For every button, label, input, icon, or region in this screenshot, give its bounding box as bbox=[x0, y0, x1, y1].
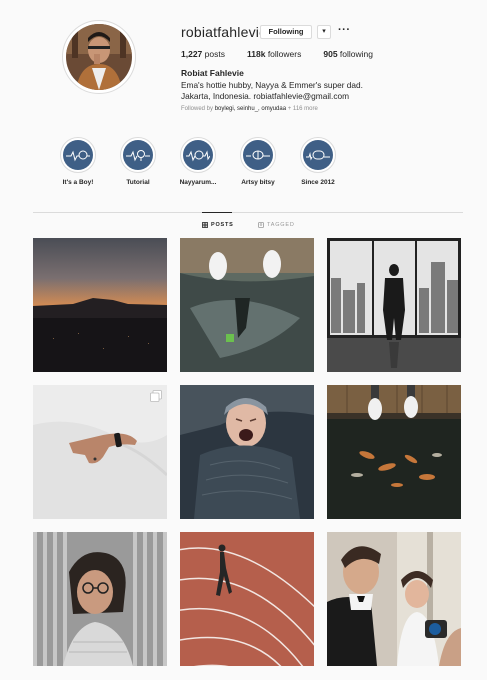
profile-stats: 1,227 posts 118k followers 905 following bbox=[181, 49, 395, 59]
avatar[interactable] bbox=[66, 24, 132, 90]
active-tab-indicator bbox=[202, 212, 232, 213]
heartbeat-girl-icon bbox=[186, 150, 210, 162]
heartbeat-bulb-icon bbox=[126, 150, 150, 162]
story-highlights: It's a Boy! Tutorial Nayyarum... Artsy b… bbox=[48, 137, 348, 186]
highlight-ring bbox=[60, 137, 96, 173]
username: robiatfahlevie bbox=[181, 24, 268, 40]
post-thumbnail[interactable] bbox=[327, 238, 461, 372]
multiple-photos-icon bbox=[150, 390, 162, 402]
post-thumbnail[interactable] bbox=[180, 238, 314, 372]
highlight-label: It's a Boy! bbox=[62, 179, 94, 186]
highlight-label: Artsy bitsy bbox=[241, 179, 275, 186]
heartbeat-brain-icon bbox=[246, 150, 270, 160]
highlight-nayyarum[interactable]: Nayyarum... bbox=[168, 137, 228, 186]
highlight-since-2012[interactable]: Since 2012 bbox=[288, 137, 348, 186]
tab-tagged-label: TAGGED bbox=[267, 222, 295, 228]
followed-by-users[interactable]: boylegi, seinhu_, omyudaa bbox=[215, 106, 286, 112]
tab-tagged[interactable]: TAGGED bbox=[258, 222, 295, 228]
following-stat[interactable]: 905 following bbox=[323, 49, 373, 59]
posts-stat: 1,227 posts bbox=[181, 49, 225, 59]
post-thumbnail[interactable] bbox=[327, 385, 461, 519]
more-options-icon[interactable]: ··· bbox=[338, 24, 351, 36]
posts-count: 1,227 bbox=[181, 49, 203, 59]
posts-grid bbox=[33, 238, 463, 666]
post-thumbnail[interactable] bbox=[180, 385, 314, 519]
highlight-cover bbox=[63, 140, 93, 170]
post-thumbnail[interactable] bbox=[327, 532, 461, 666]
highlight-cover bbox=[303, 140, 333, 170]
post-thumbnail[interactable] bbox=[33, 385, 167, 519]
grid-icon bbox=[202, 222, 208, 228]
tag-icon bbox=[258, 222, 264, 228]
bio-line: Jakarta, Indonesia. robiatfahlevie@gmail… bbox=[181, 91, 349, 101]
heartbeat-baby-icon bbox=[66, 150, 90, 162]
followers-count: 118k bbox=[246, 49, 266, 59]
highlight-label: Nayyarum... bbox=[179, 179, 217, 186]
highlight-tutorial[interactable]: Tutorial bbox=[108, 137, 168, 186]
highlight-cover bbox=[123, 140, 153, 170]
post-thumbnail[interactable] bbox=[180, 532, 314, 666]
highlight-cover bbox=[183, 140, 213, 170]
tabs-divider bbox=[33, 212, 463, 213]
highlight-ring bbox=[120, 137, 156, 173]
followed-by[interactable]: Followed by boylegi, seinhu_, omyudaa + … bbox=[181, 106, 318, 112]
highlight-ring bbox=[240, 137, 276, 173]
avatar-ring[interactable] bbox=[62, 20, 136, 94]
followed-by-more[interactable]: + 116 more bbox=[288, 106, 318, 112]
highlight-label: Since 2012 bbox=[301, 179, 335, 186]
post-thumbnail[interactable] bbox=[33, 238, 167, 372]
followed-by-prefix: Followed by bbox=[181, 106, 214, 112]
heartbeat-2012-icon bbox=[306, 150, 330, 161]
posts-label: posts bbox=[204, 49, 225, 59]
suggestions-dropdown-button[interactable]: ▾ bbox=[317, 25, 331, 39]
profile-header: robiatfahlevie Following ▾ ··· 1,227 pos… bbox=[0, 0, 487, 130]
highlight-cover bbox=[243, 140, 273, 170]
tab-posts-label: POSTS bbox=[211, 222, 234, 228]
full-name: Robiat Fahlevie bbox=[181, 68, 244, 78]
bio: Ema's hottie hubby, Nayya & Emmer's supe… bbox=[181, 80, 363, 102]
following-label: following bbox=[339, 49, 373, 59]
highlight-ring bbox=[180, 137, 216, 173]
highlight-label: Tutorial bbox=[126, 179, 150, 186]
highlight-its-a-boy[interactable]: It's a Boy! bbox=[48, 137, 108, 186]
bio-line: Ema's hottie hubby, Nayya & Emmer's supe… bbox=[181, 80, 363, 90]
following-button[interactable]: Following bbox=[260, 25, 312, 39]
highlight-artsy-bitsy[interactable]: Artsy bitsy bbox=[228, 137, 288, 186]
followers-label: followers bbox=[267, 49, 302, 59]
following-count: 905 bbox=[323, 49, 338, 59]
tab-posts[interactable]: POSTS bbox=[202, 222, 234, 228]
highlight-ring bbox=[300, 137, 336, 173]
post-thumbnail[interactable] bbox=[33, 532, 167, 666]
followers-stat[interactable]: 118k followers bbox=[247, 49, 301, 59]
